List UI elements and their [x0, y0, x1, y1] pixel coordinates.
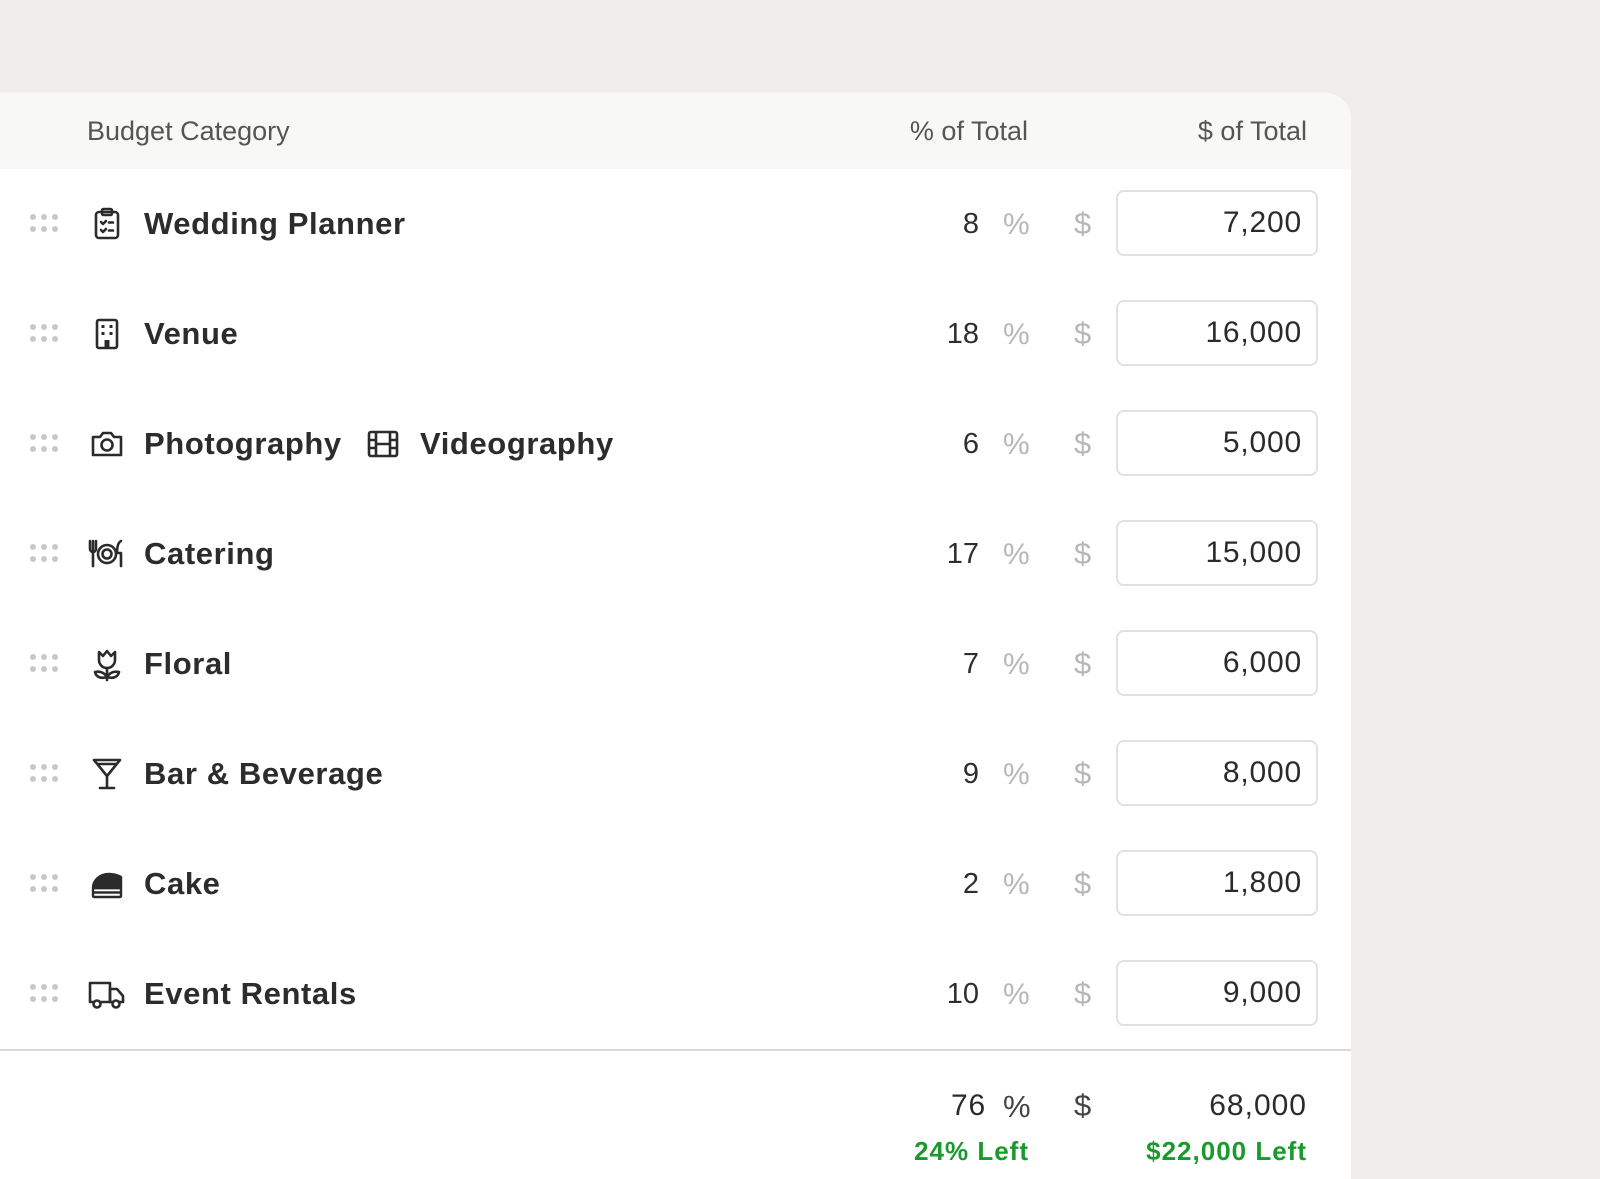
dollar-icon: $: [1074, 316, 1092, 351]
percent-icon: %: [1003, 318, 1030, 351]
dollar-icon: $: [1074, 1088, 1092, 1123]
category-label: Wedding Planner: [144, 206, 406, 241]
percent-icon: %: [1003, 868, 1030, 901]
dollar-icon: $: [1074, 426, 1092, 461]
drag-handle-icon[interactable]: [30, 764, 60, 784]
truck-icon: [87, 974, 127, 1014]
percent-value[interactable]: 10: [947, 976, 979, 1012]
drag-handle-icon[interactable]: [30, 324, 60, 344]
amount-remaining: $22,000 Left: [1146, 1136, 1307, 1166]
drag-handle-icon[interactable]: [30, 654, 60, 674]
total-percent: 76: [951, 1089, 986, 1122]
budget-row-bar-beverage: Bar & Beverage 9 % $: [0, 719, 1351, 830]
table-header: Budget Category % of Total $ of Total: [0, 93, 1351, 170]
dollar-icon: $: [1074, 646, 1092, 681]
percent-icon: %: [1003, 758, 1030, 791]
amount-input[interactable]: [1116, 960, 1318, 1026]
amount-input[interactable]: [1116, 410, 1318, 476]
dollar-icon: $: [1074, 206, 1092, 241]
amount-input[interactable]: [1116, 520, 1318, 586]
building-icon: [87, 314, 127, 354]
percent-value[interactable]: 9: [963, 756, 979, 792]
header-budget-category: Budget Category: [87, 116, 290, 146]
dollar-icon: $: [1074, 866, 1092, 901]
budget-row-cake: Cake 2 % $: [0, 829, 1351, 940]
percent-value[interactable]: 7: [963, 646, 979, 682]
header-dollar-of-total: $ of Total: [1197, 116, 1307, 146]
cake-icon: [87, 864, 127, 904]
clipboard-icon: [87, 204, 127, 244]
category-label: Catering: [144, 536, 275, 571]
category-label: Photography: [144, 426, 342, 461]
category-label: Cake: [144, 866, 221, 901]
budget-row-floral: Floral 7 % $: [0, 609, 1351, 720]
category-label: Venue: [144, 316, 239, 351]
amount-input[interactable]: [1116, 740, 1318, 806]
percent-icon: %: [1003, 648, 1030, 681]
budget-row-event-rentals: Event Rentals 10 % $: [0, 939, 1351, 1051]
category-label: Bar & Beverage: [144, 756, 384, 791]
percent-remaining: 24% Left: [914, 1136, 1029, 1166]
drag-handle-icon[interactable]: [30, 984, 60, 1004]
category-label-secondary: Videography: [420, 426, 614, 461]
film-icon: [363, 424, 403, 464]
cocktail-glass-icon: [87, 754, 127, 794]
budget-table: Budget Category % of Total $ of Total We…: [0, 93, 1351, 1179]
amount-input[interactable]: [1116, 190, 1318, 256]
percent-value[interactable]: 6: [963, 426, 979, 462]
budget-row-catering: Catering 17 % $: [0, 499, 1351, 610]
drag-handle-icon[interactable]: [30, 214, 60, 234]
budget-row-venue: Venue 18 % $: [0, 279, 1351, 390]
percent-icon: %: [1003, 978, 1030, 1011]
percent-icon: %: [1003, 428, 1030, 461]
drag-handle-icon[interactable]: [30, 544, 60, 564]
percent-icon: %: [1003, 538, 1030, 571]
flower-icon: [87, 644, 127, 684]
header-percent-of-total: % of Total: [909, 116, 1028, 146]
category-label: Floral: [144, 646, 233, 681]
category-label: Event Rentals: [144, 976, 357, 1011]
dollar-icon: $: [1074, 976, 1092, 1011]
percent-value[interactable]: 17: [947, 536, 979, 572]
drag-handle-icon[interactable]: [30, 874, 60, 894]
totals-footer: 76 % $ 68,000 24% Left $22,000 Left: [0, 1057, 1351, 1179]
amount-input[interactable]: [1116, 300, 1318, 366]
dinner-plate-icon: [87, 534, 127, 574]
percent-value[interactable]: 18: [947, 316, 979, 352]
total-amount: 68,000: [1209, 1089, 1307, 1122]
drag-handle-icon[interactable]: [30, 434, 60, 454]
camera-icon: [87, 424, 127, 464]
percent-value[interactable]: 2: [963, 866, 979, 902]
budget-row-photography-videography: Photography Videography 6 % $: [0, 389, 1351, 500]
percent-value[interactable]: 8: [963, 206, 979, 242]
dollar-icon: $: [1074, 756, 1092, 791]
amount-input[interactable]: [1116, 630, 1318, 696]
dollar-icon: $: [1074, 536, 1092, 571]
amount-input[interactable]: [1116, 850, 1318, 916]
budget-row-wedding-planner: Wedding Planner 8 % $: [0, 169, 1351, 280]
percent-icon: %: [1003, 1089, 1031, 1124]
percent-icon: %: [1003, 208, 1030, 241]
